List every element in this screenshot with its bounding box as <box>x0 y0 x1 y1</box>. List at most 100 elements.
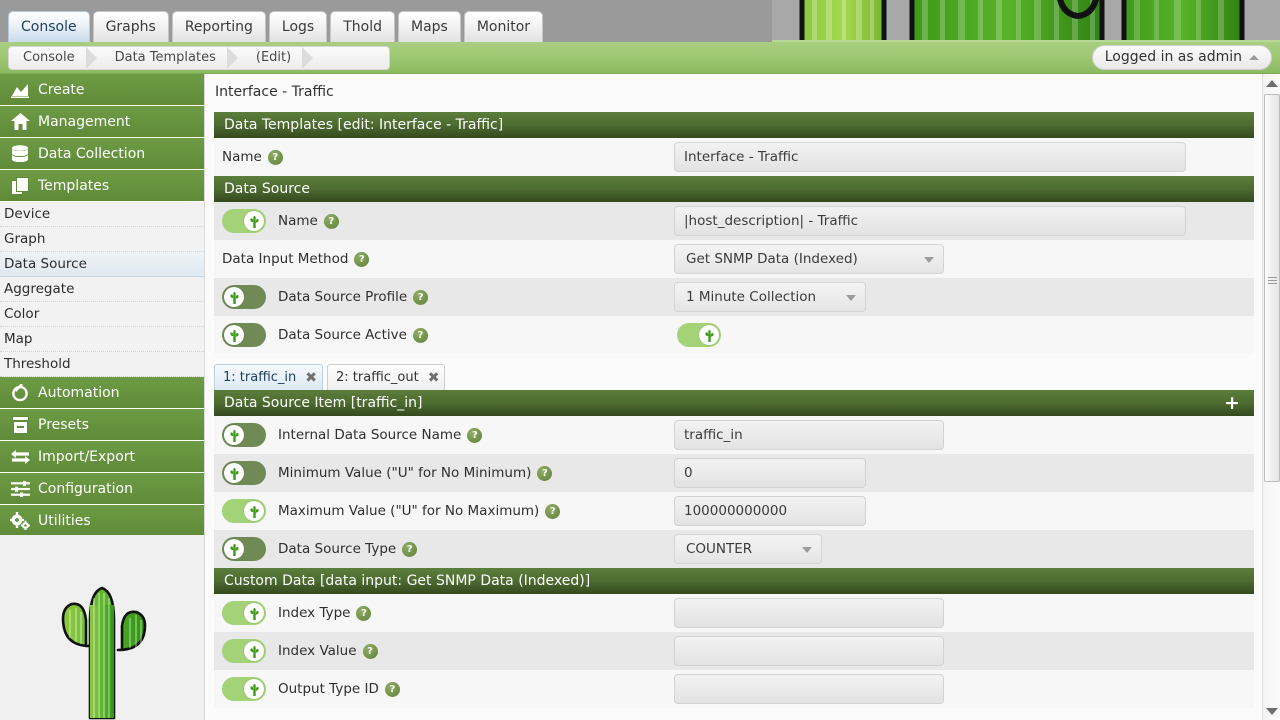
sidebar-item-map[interactable]: Map <box>0 327 204 352</box>
ds-name-input[interactable]: |host_description| - Traffic <box>674 206 1186 236</box>
help-icon[interactable]: ? <box>467 427 483 443</box>
help-icon[interactable]: ? <box>356 605 372 621</box>
sidebar-item-data-source[interactable]: Data Source <box>0 252 204 277</box>
toggle-ds-profile[interactable] <box>222 285 266 309</box>
maximum-value-input[interactable]: 100000000000 <box>674 496 866 526</box>
sidebar-group-label: Templates <box>38 177 110 194</box>
switch-ds-active[interactable] <box>677 323 721 347</box>
help-icon[interactable]: ? <box>362 643 378 659</box>
toggle-internal-ds-name[interactable] <box>222 423 266 447</box>
sidebar-group-templates[interactable]: Templates <box>0 170 204 202</box>
label-text: Data Input Method <box>222 251 349 267</box>
help-icon[interactable]: ? <box>412 327 428 343</box>
toggle-ds-active-override[interactable] <box>222 323 266 347</box>
breadcrumb-item-edit[interactable]: (Edit) <box>242 47 317 69</box>
scroll-up-arrow-icon[interactable] <box>1263 74 1280 92</box>
breadcrumb-item-console[interactable]: Console <box>9 47 101 69</box>
item-tab-traffic-in[interactable]: 1: traffic_in ✖ <box>214 364 323 390</box>
toggle-output-type-id[interactable] <box>222 677 266 701</box>
page-title: Interface - Traffic <box>215 84 334 100</box>
field-control <box>674 636 1254 666</box>
toggle-ds-name[interactable] <box>222 209 266 233</box>
section-header-data-source-item: Data Source Item [traffic_in] + <box>214 390 1254 416</box>
breadcrumb-tail <box>317 47 389 69</box>
toggle-knob <box>224 463 244 483</box>
sidebar-item-graph[interactable]: Graph <box>0 227 204 252</box>
tab-thold[interactable]: Thold <box>330 11 395 42</box>
scroll-down-arrow-icon[interactable] <box>1263 702 1280 720</box>
add-item-button[interactable]: + <box>1224 393 1244 413</box>
form-row-data-input-method: Data Input Method ? Get SNMP Data (Index… <box>214 240 1254 278</box>
help-icon[interactable]: ? <box>384 681 400 697</box>
sidebar-group-create[interactable]: Create <box>0 74 204 106</box>
cactus-logo-image <box>0 535 204 720</box>
sidebar-group-label: Management <box>38 113 131 130</box>
chevron-down-icon <box>846 295 856 301</box>
tab-console[interactable]: Console <box>8 11 90 42</box>
main-scrollbar[interactable] <box>1262 74 1280 720</box>
tab-graphs[interactable]: Graphs <box>92 11 169 42</box>
sidebar-group-configuration[interactable]: Configuration <box>0 473 204 505</box>
field-label: Data Source Type ? <box>222 537 674 561</box>
close-icon[interactable]: ✖ <box>428 370 440 386</box>
field-control <box>674 323 1254 347</box>
tab-monitor[interactable]: Monitor <box>463 11 544 42</box>
data-input-method-select[interactable]: Get SNMP Data (Indexed) <box>674 244 944 274</box>
toggle-index-type[interactable] <box>222 601 266 625</box>
breadcrumb: Console Data Templates (Edit) <box>8 46 390 70</box>
help-icon[interactable]: ? <box>545 503 561 519</box>
field-control <box>674 598 1254 628</box>
tab-maps[interactable]: Maps <box>397 11 461 42</box>
tab-logs[interactable]: Logs <box>268 11 328 42</box>
tab-reporting[interactable]: Reporting <box>171 11 266 42</box>
breadcrumb-item-data-templates[interactable]: Data Templates <box>101 47 242 69</box>
logged-in-user-menu[interactable]: Logged in as admin <box>1091 45 1272 70</box>
help-icon[interactable]: ? <box>354 251 370 267</box>
automation-icon <box>10 383 30 403</box>
minimum-value-input[interactable]: 0 <box>674 458 866 488</box>
toggle-maximum-value[interactable] <box>222 499 266 523</box>
sidebar-group-import-export[interactable]: Import/Export <box>0 441 204 473</box>
data-source-type-select[interactable]: COUNTER <box>674 534 822 564</box>
help-icon[interactable]: ? <box>323 213 339 229</box>
help-icon[interactable]: ? <box>267 149 283 165</box>
field-label: Minimum Value ("U" for No Minimum) ? <box>222 461 674 485</box>
sidebar-item-aggregate[interactable]: Aggregate <box>0 277 204 302</box>
chevron-down-icon <box>802 547 812 553</box>
form-row-ds-profile: Data Source Profile ? 1 Minute Collectio… <box>214 278 1254 316</box>
help-icon[interactable]: ? <box>413 289 429 305</box>
template-name-input[interactable]: Interface - Traffic <box>674 142 1186 172</box>
item-tab-traffic-out[interactable]: 2: traffic_out ✖ <box>327 364 446 390</box>
help-icon[interactable]: ? <box>402 541 418 557</box>
internal-ds-name-input[interactable]: traffic_in <box>674 420 944 450</box>
breadcrumb-bar: Console Data Templates (Edit) Logged in … <box>0 42 1280 74</box>
sidebar-item-device[interactable]: Device <box>0 202 204 227</box>
index-type-input[interactable] <box>674 598 944 628</box>
sidebar-item-threshold[interactable]: Threshold <box>0 352 204 377</box>
sidebar-group-automation[interactable]: Automation <box>0 377 204 409</box>
form-row-index-type: Index Type ? <box>214 594 1254 632</box>
sidebar-group-data-collection[interactable]: Data Collection <box>0 138 204 170</box>
sidebar-group-label: Presets <box>38 416 89 433</box>
close-icon[interactable]: ✖ <box>305 370 317 386</box>
help-icon[interactable]: ? <box>537 465 553 481</box>
toggle-knob <box>244 211 264 231</box>
index-value-input[interactable] <box>674 636 944 666</box>
field-control: |host_description| - Traffic <box>674 206 1254 236</box>
toggle-knob <box>224 425 244 445</box>
label-text: Minimum Value ("U" for No Minimum) <box>278 465 532 481</box>
top-bar: Console Graphs Reporting Logs Thold Maps… <box>0 0 1280 42</box>
gears-icon <box>10 511 30 531</box>
sidebar-group-presets[interactable]: Presets <box>0 409 204 441</box>
toggle-data-source-type[interactable] <box>222 537 266 561</box>
form-row-template-name: Name ? Interface - Traffic <box>214 138 1254 176</box>
sidebar-group-utilities[interactable]: Utilities <box>0 505 204 537</box>
label-text: Index Value <box>278 643 357 659</box>
sidebar-item-color[interactable]: Color <box>0 302 204 327</box>
scrollbar-thumb[interactable] <box>1264 94 1280 482</box>
output-type-id-input[interactable] <box>674 674 944 704</box>
sidebar-group-management[interactable]: Management <box>0 106 204 138</box>
toggle-index-value[interactable] <box>222 639 266 663</box>
toggle-minimum-value[interactable] <box>222 461 266 485</box>
ds-profile-select[interactable]: 1 Minute Collection <box>674 282 866 312</box>
